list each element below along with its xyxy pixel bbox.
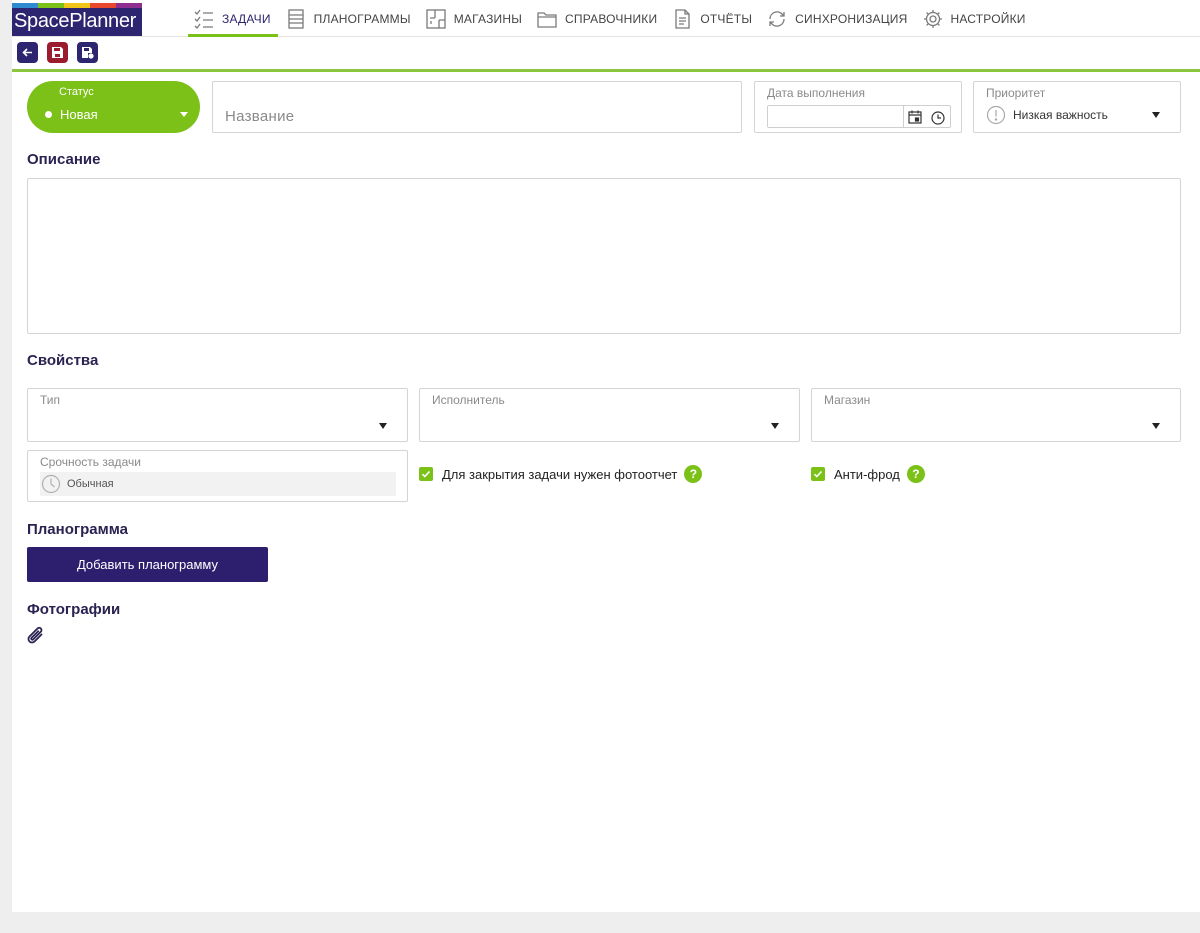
save-icon xyxy=(52,47,63,58)
urgency-value: Обычная xyxy=(67,478,114,490)
folder-icon xyxy=(537,11,557,28)
assignee-dropdown[interactable]: Исполнитель xyxy=(419,388,800,442)
due-date-field: Дата выполнения xyxy=(754,81,962,133)
nav-tasks[interactable]: ЗАДАЧИ xyxy=(186,0,278,37)
nav-planograms[interactable]: ПЛАНОГРАММЫ xyxy=(278,0,418,37)
store-caption: Магазин xyxy=(824,393,871,407)
main-nav: ЗАДАЧИ ПЛАНОГРАММЫ МАГАЗИНЫ СПРАВОЧНИКИ xyxy=(186,0,1033,37)
nav-stores[interactable]: МАГАЗИНЫ xyxy=(418,0,529,37)
status-value: Новая xyxy=(60,107,98,122)
priority-value: Низкая важность xyxy=(1013,108,1108,122)
nav-settings[interactable]: НАСТРОЙКИ xyxy=(915,0,1033,37)
anti-fraud-label: Анти-фрод xyxy=(834,466,900,482)
photos-title: Фотографии xyxy=(27,601,121,618)
back-arrow-icon xyxy=(22,48,32,57)
status-dropdown[interactable]: Статус Новая xyxy=(27,81,200,133)
properties-title: Свойства xyxy=(27,352,99,369)
planogram-icon xyxy=(288,8,304,29)
anti-fraud-checkbox[interactable]: Анти-фрод ? xyxy=(811,465,925,483)
task-name-field xyxy=(212,81,742,133)
due-date-caption: Дата выполнения xyxy=(767,86,865,100)
photo-report-checkbox[interactable]: Для закрытия задачи нужен фотоотчет ? xyxy=(419,465,703,483)
clock-icon xyxy=(41,474,61,494)
save-as-icon xyxy=(82,47,94,59)
nav-directories[interactable]: СПРАВОЧНИКИ xyxy=(529,0,664,37)
status-dot-icon xyxy=(45,111,52,118)
paperclip-icon[interactable] xyxy=(25,625,47,647)
description-field xyxy=(27,178,1181,334)
save-button[interactable] xyxy=(47,42,68,63)
nav-settings-label: НАСТРОЙКИ xyxy=(950,11,1026,26)
gear-icon xyxy=(923,9,942,28)
calendar-icon[interactable] xyxy=(907,109,923,125)
urgency-caption: Срочность задачи xyxy=(40,455,141,469)
app-window: SpacePlanner ЗАДАЧИ ПЛАНОГРАММЫ МАГАЗИНЫ… xyxy=(12,0,1200,912)
top-navigation-bar: SpacePlanner ЗАДАЧИ ПЛАНОГРАММЫ МАГАЗИНЫ… xyxy=(12,0,1200,37)
nav-stores-label: МАГАЗИНЫ xyxy=(453,11,523,26)
store-layout-icon xyxy=(426,8,446,29)
nav-reports[interactable]: ОТЧЁТЫ xyxy=(664,0,759,37)
chevron-down-icon xyxy=(771,423,779,429)
sync-icon xyxy=(769,10,785,27)
due-date-input[interactable] xyxy=(767,105,951,128)
type-dropdown[interactable]: Тип xyxy=(27,388,408,442)
status-caption: Статус xyxy=(59,86,94,98)
chevron-down-icon xyxy=(1152,423,1160,429)
task-name-input[interactable] xyxy=(225,108,725,125)
priority-dropdown[interactable]: Приоритет Низкая важность xyxy=(973,81,1181,133)
clock-icon[interactable] xyxy=(930,110,946,126)
back-button[interactable] xyxy=(17,42,38,63)
nav-reports-label: ОТЧЁТЫ xyxy=(700,11,753,26)
toolbar-divider xyxy=(12,69,1200,72)
exclamation-circle-icon xyxy=(986,105,1006,125)
chevron-down-icon xyxy=(180,112,188,117)
nav-sync[interactable]: СИНХРОНИЗАЦИЯ xyxy=(759,0,914,37)
nav-directories-label: СПРАВОЧНИКИ xyxy=(565,11,658,26)
nav-sync-label: СИНХРОНИЗАЦИЯ xyxy=(795,11,908,26)
checkbox-checked-icon xyxy=(419,467,433,481)
tasks-icon xyxy=(194,9,213,29)
type-caption: Тип xyxy=(40,393,61,407)
app-logo[interactable]: SpacePlanner xyxy=(12,3,142,36)
priority-caption: Приоритет xyxy=(986,86,1046,100)
description-textarea[interactable] xyxy=(28,179,1180,333)
description-title: Описание xyxy=(27,151,101,168)
photo-report-label: Для закрытия задачи нужен фотоотчет xyxy=(442,466,678,482)
checkbox-checked-icon xyxy=(811,467,825,481)
save-as-button[interactable] xyxy=(77,42,98,63)
help-icon[interactable]: ? xyxy=(684,465,703,483)
action-toolbar xyxy=(17,42,98,64)
store-dropdown[interactable]: Магазин xyxy=(811,388,1181,442)
assignee-caption: Исполнитель xyxy=(432,393,505,407)
logo-text: SpacePlanner xyxy=(14,10,137,32)
urgency-field[interactable]: Срочность задачи Обычная xyxy=(27,450,408,502)
add-planogram-button[interactable]: Добавить планограмму xyxy=(27,547,268,582)
chevron-down-icon xyxy=(1152,112,1160,118)
logo-color-stripes xyxy=(12,3,142,8)
chevron-down-icon xyxy=(379,423,387,429)
urgency-value-box: Обычная xyxy=(40,472,396,496)
report-icon xyxy=(675,8,690,29)
planogram-title: Планограмма xyxy=(27,521,128,538)
nav-tasks-label: ЗАДАЧИ xyxy=(222,11,271,26)
nav-planograms-label: ПЛАНОГРАММЫ xyxy=(313,11,411,26)
help-icon[interactable]: ? xyxy=(906,465,925,483)
due-date-separator xyxy=(903,106,904,127)
